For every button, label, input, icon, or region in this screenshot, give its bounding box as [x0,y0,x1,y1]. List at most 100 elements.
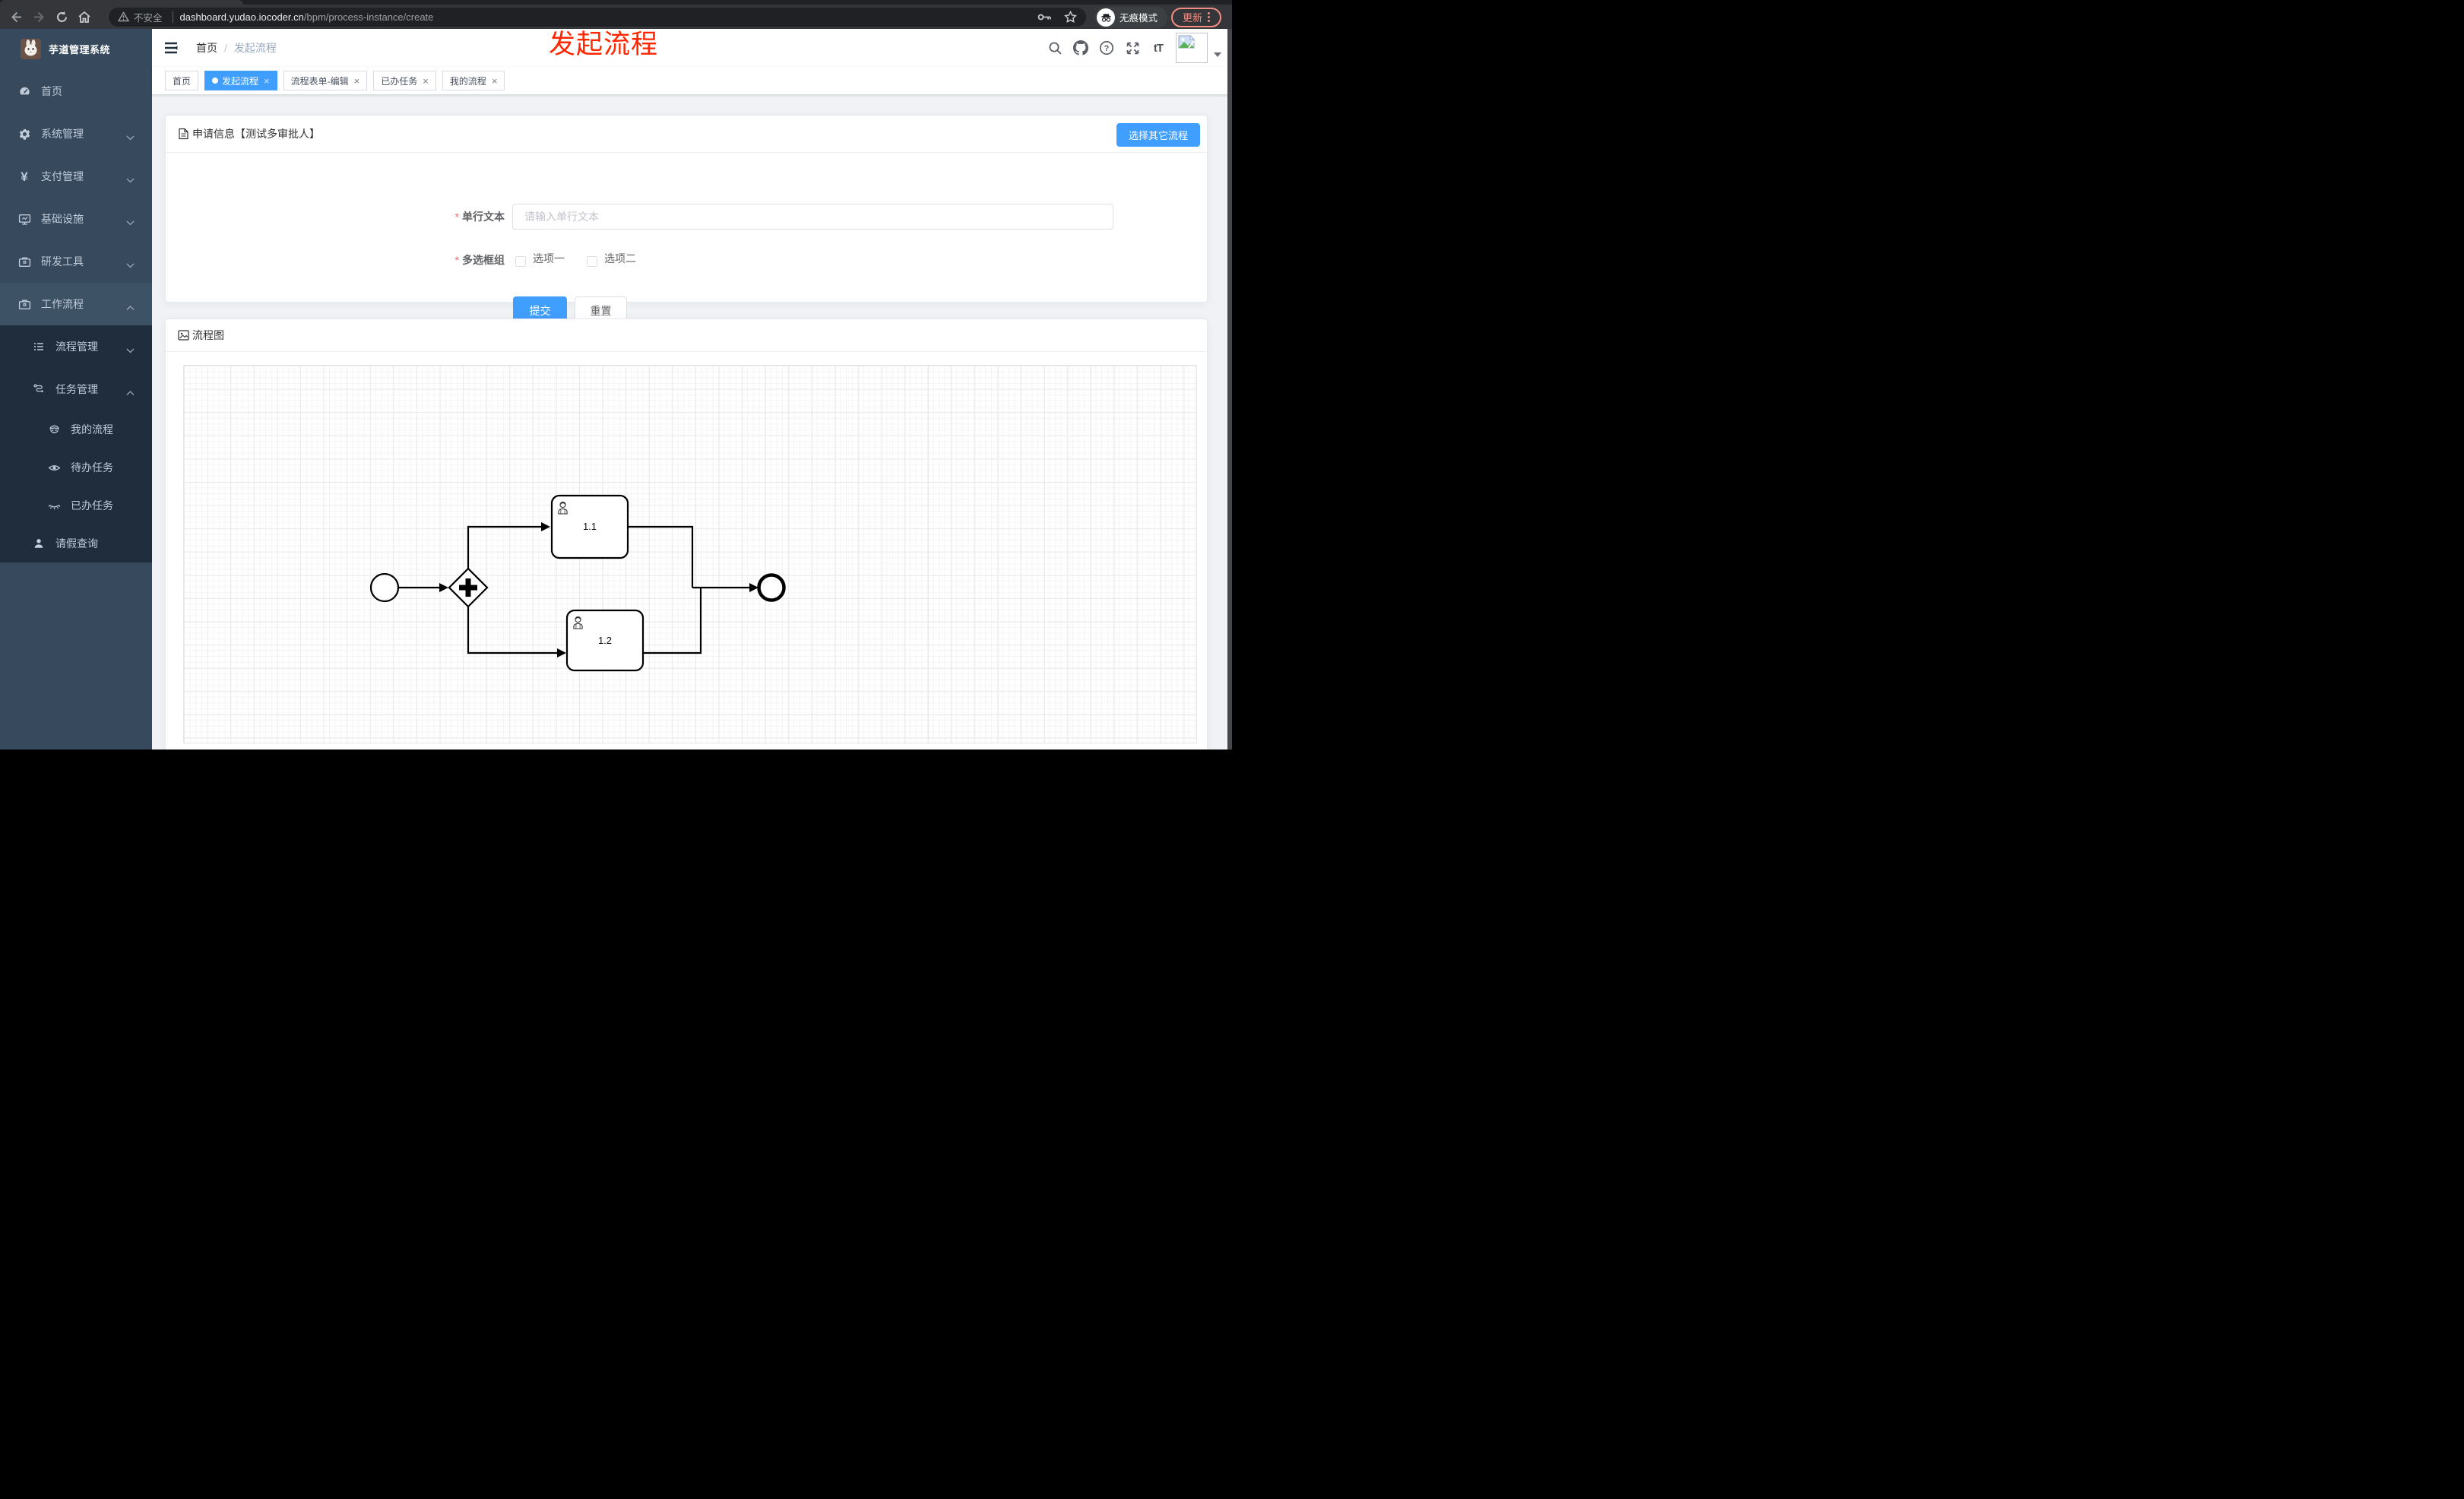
sidebar-item-label: 任务管理 [55,383,98,395]
browser-chrome: 不安全 dashboard.yudao.iocoder.cn/bpm/proce… [0,0,1232,29]
sidebar-logo[interactable]: 芋道管理系统 [0,29,152,68]
back-icon[interactable] [5,5,27,28]
sidebar-item-label: 支付管理 [41,170,84,182]
bpmn-user-task-1[interactable]: 1.1 [550,494,629,559]
key-icon[interactable] [1037,12,1052,22]
sidebar-item-label: 工作流程 [41,298,84,310]
avatar[interactable] [1176,33,1208,63]
warning-icon [118,11,129,22]
active-dot [212,78,219,84]
close-icon[interactable]: × [423,76,429,86]
sidebar-item-label: 流程管理 [55,341,98,353]
sidebar-item-workflow[interactable]: 工作流程 [0,283,152,325]
sidebar-item-payment[interactable]: ¥ 支付管理 [0,155,152,198]
document-icon [178,128,189,140]
home-icon[interactable] [73,5,96,28]
task-2-label: 1.2 [598,635,612,646]
svg-text:?: ? [1104,44,1110,53]
chevron-down-icon [126,216,135,228]
more-vert-icon[interactable] [1208,12,1210,22]
search-icon[interactable] [1042,29,1068,67]
diagram-card-title: 流程图 [192,329,224,341]
url-path: /bpm/process-instance/create [303,11,434,23]
update-label: 更新 [1182,12,1202,24]
form-body: 单行文本 多选框组 选项一 选项二 提交 重置 [166,153,1207,325]
single-line-text-input[interactable] [512,204,1113,230]
sidebar-menu: 首页 系统管理 ¥ 支付管理 基础设施 研发工具 工作流程 流程管理 任务管理 … [0,68,152,563]
eye-closed-icon [47,499,61,512]
breadcrumb-current: 发起流程 [233,42,277,54]
picture-icon [178,330,189,341]
tags-view: 首页 发起流程 × 流程表单-编辑 × 已办任务 × 我的流程 × [152,67,1232,95]
sidebar-item-my-process[interactable]: 我的流程 [0,410,152,448]
sidebar-item-system[interactable]: 系统管理 [0,113,152,155]
bpmn-flow-gateway-task2 [467,607,557,654]
form-card-title: 申请信息【测试多审批人】 [192,128,320,140]
sidebar-item-done-tasks[interactable]: 已办任务 [0,486,152,524]
url-bar[interactable]: 不安全 dashboard.yudao.iocoder.cn/bpm/proce… [109,7,1086,27]
bpmn-flow-task1-join [628,525,694,588]
chevron-down-icon [126,258,135,271]
flow-diagram-card: 流程图 1.1 1.2 [165,318,1208,750]
sidebar-item-label: 系统管理 [41,128,84,140]
browser-update-button[interactable]: 更新 [1171,7,1221,27]
bpmn-canvas[interactable]: 1.1 1.2 [183,365,1197,743]
close-icon[interactable]: × [354,76,360,86]
checkbox-option-2[interactable] [587,256,597,267]
tag-done-tasks[interactable]: 已办任务 × [373,71,436,90]
sidebar: 芋道管理系统 首页 系统管理 ¥ 支付管理 基础设施 研发工具 工作流程 流程管… [0,29,152,750]
tag-my-process[interactable]: 我的流程 × [442,71,505,90]
breadcrumb-home[interactable]: 首页 [196,40,217,55]
yen-icon: ¥ [21,169,28,184]
reload-icon[interactable] [50,5,73,28]
star-icon[interactable] [1064,11,1077,23]
incognito-badge: 无痕模式 [1095,6,1167,28]
monitor-icon [17,212,31,226]
scrollbar[interactable] [1227,29,1232,750]
close-icon[interactable]: × [264,76,270,86]
sidebar-item-label: 已办任务 [71,499,113,512]
chevron-up-icon [126,386,135,398]
browser-toolbar: 不安全 dashboard.yudao.iocoder.cn/bpm/proce… [0,5,1232,29]
tag-process-form-edit[interactable]: 流程表单-编辑 × [283,71,368,90]
bpmn-user-task-2[interactable]: 1.2 [565,609,645,672]
app-title: 芋道管理系统 [49,43,111,55]
sidebar-item-home[interactable]: 首页 [0,70,152,113]
task-1-label: 1.1 [583,521,597,532]
sidebar-submenu-workflow: 流程管理 任务管理 我的流程 待办任务 已办任务 请假查询 [0,325,152,563]
tag-initiate-process[interactable]: 发起流程 × [204,71,277,90]
toolbox-icon [17,255,31,268]
checkbox-option-1-label[interactable]: 选项一 [533,251,565,266]
select-other-process-button[interactable]: 选择其它流程 [1116,123,1200,147]
close-icon[interactable]: × [492,76,498,86]
sidebar-item-label: 首页 [41,85,62,97]
hamburger-icon[interactable] [163,40,179,55]
fullscreen-icon[interactable] [1120,29,1145,67]
bpmn-end-event[interactable] [757,573,786,602]
font-size-icon[interactable]: tT [1145,29,1171,67]
sidebar-item-leave-query[interactable]: 请假查询 [0,524,152,563]
tag-home[interactable]: 首页 [165,71,199,90]
screen: 不安全 dashboard.yudao.iocoder.cn/bpm/proce… [0,0,1232,750]
help-icon[interactable]: ? [1094,29,1120,67]
url-text: dashboard.yudao.iocoder.cn/bpm/process-i… [180,11,434,23]
sidebar-item-process-mgmt[interactable]: 流程管理 [0,325,152,368]
list-icon [32,340,46,353]
caret-down-icon[interactable] [1214,52,1221,57]
toolbox-icon [17,297,31,311]
checkbox-option-1[interactable] [515,256,526,267]
user-icon [32,537,46,550]
chevron-down-icon [126,344,135,356]
sidebar-item-task-mgmt[interactable]: 任务管理 [0,368,152,410]
sidebar-item-infrastructure[interactable]: 基础设施 [0,198,152,240]
checkbox-group-label: 多选框组 [277,251,505,269]
checkbox-option-2-label[interactable]: 选项二 [604,251,636,266]
flow-icon [32,382,46,396]
github-icon[interactable] [1068,29,1094,67]
bpmn-start-event[interactable] [369,572,400,603]
sidebar-item-dev-tools[interactable]: 研发工具 [0,240,152,283]
incognito-icon [1097,8,1115,27]
forward-icon[interactable] [27,5,50,28]
eye-icon [47,461,61,474]
sidebar-item-todo-tasks[interactable]: 待办任务 [0,448,152,486]
